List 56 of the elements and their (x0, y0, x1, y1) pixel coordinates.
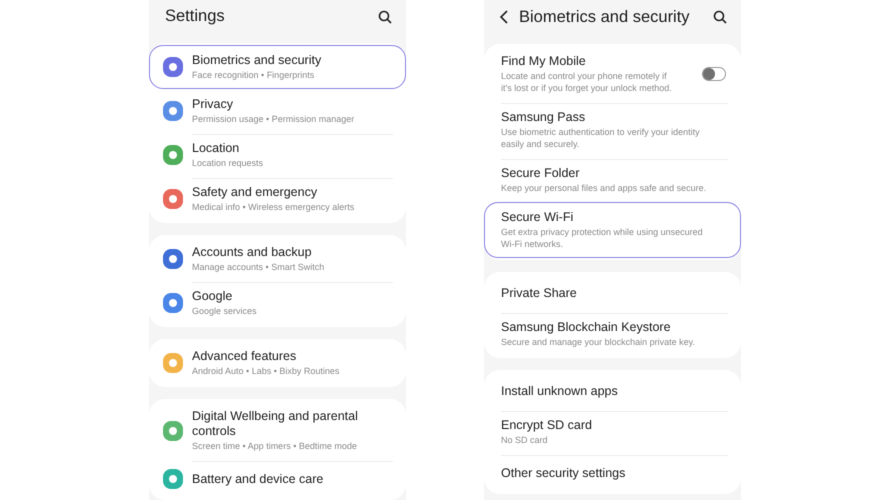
settings-item[interactable]: Digital Wellbeing and parental controls Screen time • App timers • Bedtime mode (149, 401, 406, 460)
settings-item[interactable]: Secure Wi-Fi Get extra privacy protection while using unsecured Wi-Fi networks. (484, 202, 741, 258)
search-icon[interactable] (378, 10, 392, 24)
item-subtitle: Medical info • Wireless emergency alerts (192, 201, 356, 213)
item-subtitle: Locate and control your phone remotely if it's lost or if you forget your unlock method. (501, 70, 672, 94)
item-subtitle: Android Auto • Labs • Bixby Routines (192, 365, 340, 377)
item-subtitle: Get extra privacy protection while using unsecured Wi-Fi networks. (501, 226, 704, 250)
settings-item[interactable]: Encrypt SD card No SD card (484, 410, 741, 454)
back-icon[interactable] (499, 10, 509, 24)
item-title: Privacy (192, 97, 234, 112)
settings-item[interactable]: Find My Mobile Locate and control your phone remotely if it's lost or if you forget your unlock method. (484, 46, 741, 102)
item-title: Accounts and backup (192, 245, 313, 260)
item-subtitle: No SD card (501, 434, 549, 446)
settings-item[interactable]: Other security settings (484, 454, 741, 492)
item-subtitle: Screen time • App timers • Bedtime mode (192, 440, 358, 452)
settings-item[interactable]: Private Share (484, 274, 741, 312)
item-title: Biometrics and security (192, 53, 322, 68)
item-title: Digital Wellbeing and parental controls (192, 409, 359, 439)
item-subtitle: Google services (192, 305, 258, 317)
settings-item[interactable]: Advanced features Android Auto • Labs • Bixby Routines (149, 341, 406, 385)
item-title: Other security settings (501, 466, 626, 480)
item-title: Advanced features (192, 349, 298, 364)
item-title: Location (192, 141, 240, 156)
item-title: Secure Folder (501, 166, 581, 181)
item-title: Install unknown apps (501, 384, 619, 398)
item-subtitle: Use biometric authentication to verify your identity easily and securely. (501, 126, 701, 150)
settings-item[interactable]: Privacy Permission usage • Permission manager (149, 89, 406, 133)
item-title: Find My Mobile (501, 54, 587, 69)
item-title: Samsung Pass (501, 110, 586, 125)
settings-item[interactable]: Battery and device care (149, 460, 406, 498)
search-icon[interactable] (713, 10, 727, 24)
settings-item[interactable]: Google Google services (149, 281, 406, 325)
settings-item[interactable]: Location Location requests (149, 133, 406, 177)
settings-item[interactable]: Accounts and backup Manage accounts • Smart Switch (149, 237, 406, 281)
item-subtitle: Permission usage • Permission manager (192, 113, 356, 125)
item-title: Secure Wi-Fi (501, 210, 574, 225)
settings-item[interactable]: Biometrics and security Face recognition • Fingerprints (149, 45, 406, 89)
item-title: Private Share (501, 286, 578, 300)
item-subtitle: Manage accounts • Smart Switch (192, 261, 326, 273)
settings-item[interactable]: Secure Folder Keep your personal files and apps safe and secure. (484, 158, 741, 202)
settings-item[interactable]: Install unknown apps (484, 372, 741, 410)
item-title: Google (192, 289, 234, 304)
item-title: Battery and device care (192, 472, 324, 486)
item-title: Encrypt SD card (501, 418, 594, 433)
settings-item[interactable]: Samsung Pass Use biometric authentication to verify your identity easily and securely. (484, 102, 741, 158)
item-title: Samsung Blockchain Keystore (501, 320, 672, 335)
toggle-switch[interactable] (702, 67, 726, 81)
item-subtitle: Location requests (192, 157, 264, 169)
item-subtitle: Keep your personal files and apps safe and secure. (501, 182, 708, 194)
screen-title: Settings (165, 7, 226, 26)
screen-title: Biometrics and security (519, 8, 691, 26)
item-subtitle: Secure and manage your blockchain private key. (501, 336, 696, 348)
settings-item[interactable]: Safety and emergency Medical info • Wireless emergency alerts (149, 177, 406, 221)
item-subtitle: Face recognition • Fingerprints (192, 69, 316, 81)
item-title: Safety and emergency (192, 185, 318, 200)
settings-item[interactable]: Samsung Blockchain Keystore Secure and manage your blockchain private key. (484, 312, 741, 356)
